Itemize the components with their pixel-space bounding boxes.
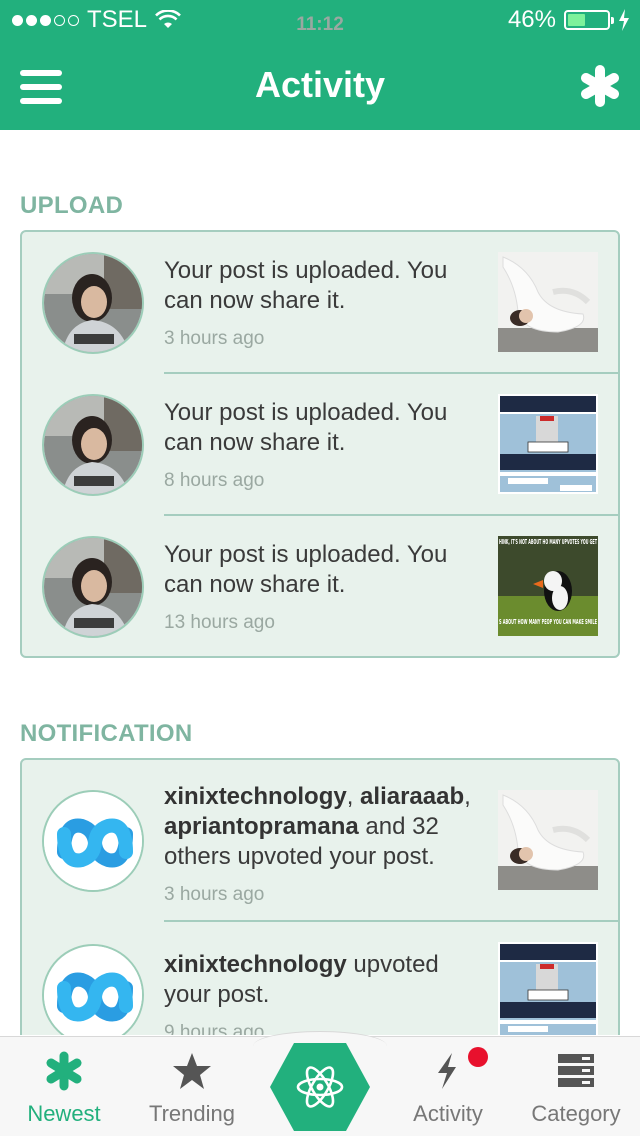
status-bar: TSEL 11:12 46% (0, 0, 640, 40)
upload-text: Your post is uploaded. You can now share… (164, 541, 448, 598)
notification-item[interactable]: xinixtechnology, aliaraaab, apriantopram… (22, 760, 618, 922)
nav-bar: Activity (0, 40, 640, 130)
upload-message: Your post is uploaded. You can now share… (164, 256, 474, 354)
star-icon (173, 1053, 211, 1089)
tab-bar: Newest Trending Activity Category (0, 1031, 640, 1136)
tab-newest[interactable]: Newest (0, 1037, 128, 1136)
upload-section-title: UPLOAD (20, 192, 124, 219)
separator: , (346, 783, 361, 810)
avatar[interactable] (42, 536, 144, 638)
upload-item[interactable]: Your post is uploaded. You can now share… (22, 516, 618, 656)
avatar[interactable] (42, 944, 144, 1035)
upload-item[interactable]: Your post is uploaded. You can now share… (22, 374, 618, 516)
post-thumbnail[interactable] (498, 394, 598, 494)
meme-top-text: HINK, IT'S NOT ABOUT HO MANY UPVOTES YOU… (499, 538, 597, 546)
charging-bolt-icon (619, 9, 629, 31)
notification-item[interactable]: xinixtechnology upvoted your post. 9 hou… (22, 922, 618, 1035)
meme-bottom-text: S ABOUT HOW MANY PEOP YOU CAN MAKE SMILE (499, 618, 597, 626)
notification-message: xinixtechnology, aliaraaab, apriantopram… (164, 782, 474, 910)
page-title: Activity (254, 64, 386, 105)
notification-card: xinixtechnology, aliaraaab, apriantopram… (20, 758, 620, 1035)
upload-message: Your post is uploaded. You can now share… (164, 540, 474, 638)
lightning-icon (438, 1053, 456, 1089)
tab-label: Newest (27, 1101, 101, 1126)
upload-text: Your post is uploaded. You can now share… (164, 399, 448, 456)
timestamp: 3 hours ago (164, 328, 265, 349)
upload-card: Your post is uploaded. You can now share… (20, 230, 620, 658)
upload-item[interactable]: Your post is uploaded. You can now share… (22, 232, 618, 374)
post-thumbnail[interactable] (498, 252, 598, 352)
post-thumbnail[interactable] (498, 942, 598, 1035)
timestamp: 13 hours ago (164, 612, 275, 633)
notification-text: xinixtechnology upvoted your post. (164, 950, 474, 1010)
post-thumbnail[interactable]: HINK, IT'S NOT ABOUT HO MANY UPVOTES YOU… (498, 536, 598, 636)
battery-icon (564, 10, 614, 30)
activity-feed[interactable]: UPLOAD Your post is uploaded. You can no… (0, 130, 640, 1035)
upload-message: Your post is uploaded. You can now share… (164, 398, 474, 496)
tab-activity[interactable]: Activity (384, 1037, 512, 1136)
username-link[interactable]: xinixtechnology (164, 783, 347, 810)
tab-trending[interactable]: Trending (128, 1037, 256, 1136)
battery-group: 46% (508, 6, 630, 34)
username-link[interactable]: apriantopramana (164, 813, 359, 840)
asterisk-icon (46, 1051, 82, 1091)
battery-percent: 46% (507, 6, 556, 33)
server-stack-icon (558, 1054, 594, 1087)
tab-label: Category (531, 1101, 621, 1126)
username-link[interactable]: xinixtechnology (164, 951, 347, 978)
notification-badge (468, 1047, 488, 1067)
atom-icon[interactable] (268, 1041, 372, 1133)
timestamp: 8 hours ago (164, 470, 265, 491)
avatar[interactable] (42, 252, 144, 354)
tab-label: Activity (413, 1101, 483, 1126)
notification-message: xinixtechnology upvoted your post. 9 hou… (164, 950, 474, 1035)
upload-text: Your post is uploaded. You can now share… (164, 257, 448, 314)
asterisk-icon[interactable] (580, 64, 620, 108)
avatar[interactable] (42, 790, 144, 892)
tab-category[interactable]: Category (512, 1037, 640, 1136)
separator: , (464, 783, 471, 810)
notification-text: xinixtechnology, aliaraaab, apriantopram… (164, 782, 474, 872)
timestamp: 3 hours ago (164, 884, 265, 905)
username-link[interactable]: aliaraaab (360, 783, 464, 810)
notification-section-title: NOTIFICATION (20, 720, 193, 747)
avatar[interactable] (42, 394, 144, 496)
post-thumbnail[interactable] (498, 790, 598, 890)
tab-label: Trending (148, 1101, 235, 1126)
